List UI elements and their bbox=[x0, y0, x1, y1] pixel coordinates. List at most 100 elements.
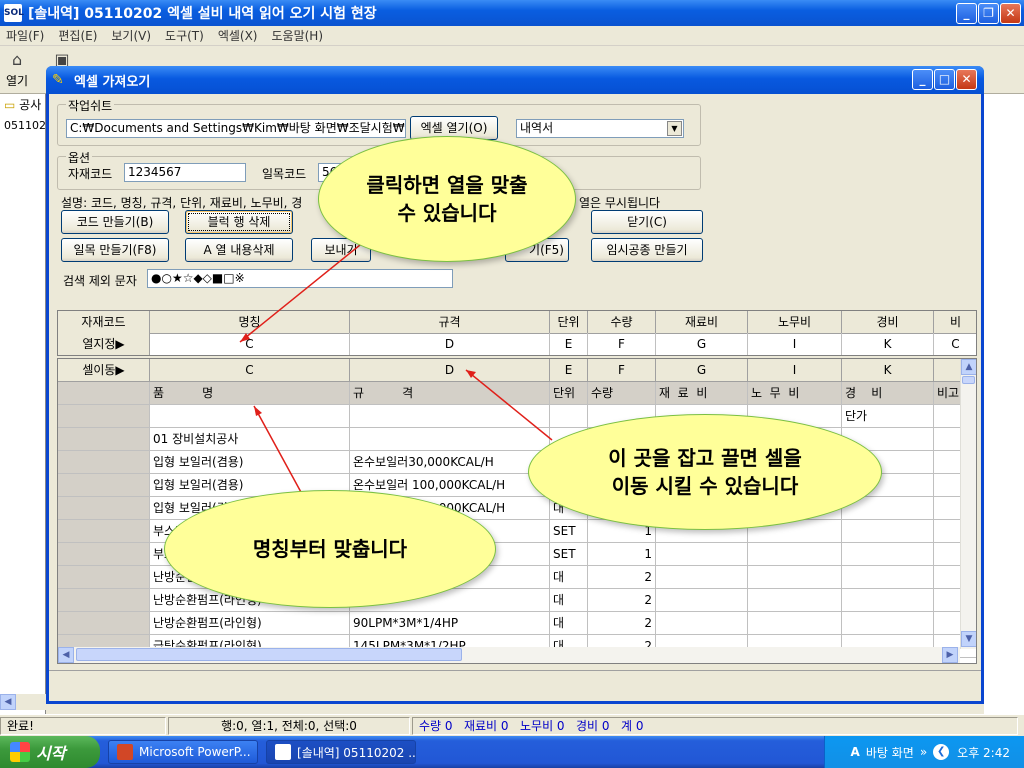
row-header-cell[interactable] bbox=[58, 497, 150, 520]
row-header-cell[interactable] bbox=[58, 474, 150, 497]
table-cell[interactable]: 단가 bbox=[842, 405, 934, 428]
scroll-up-icon[interactable]: ▲ bbox=[961, 359, 976, 375]
material-code-field[interactable]: 1234567 bbox=[124, 163, 246, 182]
table-cell[interactable]: 입형 보일러(겸용) bbox=[150, 451, 350, 474]
table-cell[interactable]: SET bbox=[550, 520, 588, 543]
menu-edit[interactable]: 편집(E) bbox=[58, 27, 97, 44]
table-cell[interactable] bbox=[842, 566, 934, 589]
table-cell[interactable]: 2 bbox=[588, 589, 656, 612]
mapping-header-cell[interactable]: 자재코드 bbox=[58, 311, 150, 334]
data-header-cell[interactable]: 품 명 bbox=[150, 382, 350, 405]
cell-move-handle[interactable]: C bbox=[150, 359, 350, 382]
mapping-header-cell[interactable]: 경비 bbox=[842, 311, 934, 334]
table-cell[interactable]: 온수보일러30,000KCAL/H bbox=[350, 451, 550, 474]
horizontal-scroll-thumb[interactable] bbox=[76, 648, 462, 661]
mapping-header-cell[interactable]: 비 bbox=[934, 311, 976, 334]
back-arrow-icon[interactable]: ❮ bbox=[933, 744, 950, 760]
make-code-button[interactable]: 코드 만들기(B) bbox=[61, 210, 169, 234]
table-cell[interactable] bbox=[748, 589, 842, 612]
table-cell[interactable]: SET bbox=[550, 543, 588, 566]
tray-desktop[interactable]: 바탕 화면 bbox=[866, 744, 914, 761]
table-cell[interactable]: 90LPM*3M*1/4HP bbox=[350, 612, 550, 635]
data-header-cell[interactable]: 재 료 비 bbox=[656, 382, 748, 405]
table-cell[interactable]: 대 bbox=[550, 589, 588, 612]
main-title-bar[interactable]: SOL [솔내역] 05110202 엑셀 설비 내역 읽어 오기 시험 현장 … bbox=[0, 0, 1024, 26]
table-cell[interactable]: 2 bbox=[588, 566, 656, 589]
scroll-down-icon[interactable]: ▼ bbox=[961, 631, 976, 647]
row-header-cell[interactable] bbox=[58, 543, 150, 566]
table-cell[interactable] bbox=[748, 566, 842, 589]
chevron-icon[interactable]: » bbox=[920, 745, 927, 759]
left-pane-folder[interactable]: ▭ 공사 bbox=[0, 94, 45, 115]
table-cell[interactable] bbox=[842, 589, 934, 612]
left-pane-value[interactable]: 05110202 bbox=[0, 115, 45, 136]
table-cell[interactable] bbox=[842, 543, 934, 566]
column-assign-cell[interactable]: I bbox=[748, 333, 842, 355]
make-temp-common-button[interactable]: 임시공종 만들기 bbox=[591, 238, 703, 262]
cell-move-handle[interactable]: G bbox=[656, 359, 748, 382]
minimize-icon[interactable]: _ bbox=[956, 3, 977, 24]
mapping-header-cell[interactable]: 규격 bbox=[350, 311, 550, 334]
column-assign-cell[interactable]: G bbox=[656, 333, 748, 355]
left-pane-scrollbar[interactable]: ◀ bbox=[0, 694, 46, 710]
table-cell[interactable] bbox=[842, 612, 934, 635]
table-cell[interactable]: 1 bbox=[588, 543, 656, 566]
make-item-button[interactable]: 일목 만들기(F8) bbox=[61, 238, 169, 262]
task-powerpoint[interactable]: Microsoft PowerP... bbox=[108, 740, 258, 764]
cell-move-handle[interactable]: D bbox=[350, 359, 550, 382]
row-header-cell[interactable] bbox=[58, 428, 150, 451]
column-assign-cell[interactable]: C bbox=[934, 333, 976, 355]
menu-tools[interactable]: 도구(T) bbox=[165, 27, 204, 44]
table-cell[interactable] bbox=[350, 428, 550, 451]
close-button[interactable]: 닫기(C) bbox=[591, 210, 703, 234]
column-assign-cell[interactable]: D bbox=[350, 333, 550, 355]
table-cell[interactable] bbox=[550, 405, 588, 428]
menu-view[interactable]: 보기(V) bbox=[111, 27, 151, 44]
table-cell[interactable] bbox=[150, 405, 350, 428]
start-button[interactable]: 시작 bbox=[0, 736, 100, 768]
delete-column-a-button[interactable]: A 열 내용삭제 bbox=[185, 238, 293, 262]
scroll-left-icon[interactable]: ◀ bbox=[58, 647, 74, 663]
row-header-cell[interactable] bbox=[58, 566, 150, 589]
data-header-cell[interactable]: 단위 bbox=[550, 382, 588, 405]
menu-excel[interactable]: 엑셀(X) bbox=[218, 27, 258, 44]
vertical-scroll-thumb[interactable] bbox=[962, 376, 975, 384]
toolbar-open-button[interactable]: ⌂ 열기 bbox=[6, 50, 28, 89]
cell-move-handle[interactable]: K bbox=[842, 359, 934, 382]
scroll-right-icon[interactable]: ▶ bbox=[942, 647, 958, 663]
mapping-header-cell[interactable]: 재료비 bbox=[656, 311, 748, 334]
mapping-header-cell[interactable]: 수량 bbox=[588, 311, 656, 334]
row-header-cell[interactable] bbox=[58, 520, 150, 543]
grid-vertical-scrollbar[interactable]: ▲ ▼ bbox=[960, 359, 976, 649]
delete-block-rows-button[interactable]: 블럭 행 삭제 bbox=[185, 210, 293, 234]
file-path-field[interactable]: C:₩Documents and Settings₩Kim₩바탕 화면₩조달시험… bbox=[66, 119, 406, 138]
restore-icon[interactable]: ❐ bbox=[978, 3, 999, 24]
table-cell[interactable]: 2 bbox=[588, 612, 656, 635]
table-cell[interactable] bbox=[748, 543, 842, 566]
column-assign-cell[interactable]: E bbox=[550, 333, 588, 355]
table-cell[interactable] bbox=[656, 612, 748, 635]
data-header-cell[interactable]: 수량 bbox=[588, 382, 656, 405]
mapping-header-cell[interactable]: 명칭 bbox=[150, 311, 350, 334]
table-cell[interactable] bbox=[656, 543, 748, 566]
sheet-select[interactable]: 내역서 ▼ bbox=[516, 119, 684, 138]
exclude-chars-field[interactable]: ●○★☆◆◇■□※ bbox=[147, 269, 453, 288]
table-cell[interactable] bbox=[656, 566, 748, 589]
column-assign-cell[interactable]: F bbox=[588, 333, 656, 355]
data-header-cell[interactable]: 규 격 bbox=[350, 382, 550, 405]
mapping-header-cell[interactable]: 단위 bbox=[550, 311, 588, 334]
row-header-cell[interactable] bbox=[58, 451, 150, 474]
column-assign-cell[interactable]: C bbox=[150, 333, 350, 355]
data-header-cell[interactable]: 노 무 비 bbox=[748, 382, 842, 405]
dialog-title-bar[interactable]: ✎ 엑셀 가져오기 _ □ ✕ bbox=[46, 66, 984, 94]
cell-move-handle[interactable]: I bbox=[748, 359, 842, 382]
table-cell[interactable] bbox=[748, 612, 842, 635]
dropdown-arrow-icon[interactable]: ▼ bbox=[667, 121, 682, 136]
table-cell[interactable]: 대 bbox=[550, 566, 588, 589]
language-icon[interactable]: A bbox=[851, 745, 860, 759]
task-solnaeyeok[interactable]: [솔내역] 05110202 ... bbox=[266, 740, 416, 764]
dialog-close-icon[interactable]: ✕ bbox=[956, 69, 977, 90]
table-cell[interactable]: 대 bbox=[550, 612, 588, 635]
table-cell[interactable] bbox=[842, 520, 934, 543]
table-cell[interactable] bbox=[656, 589, 748, 612]
